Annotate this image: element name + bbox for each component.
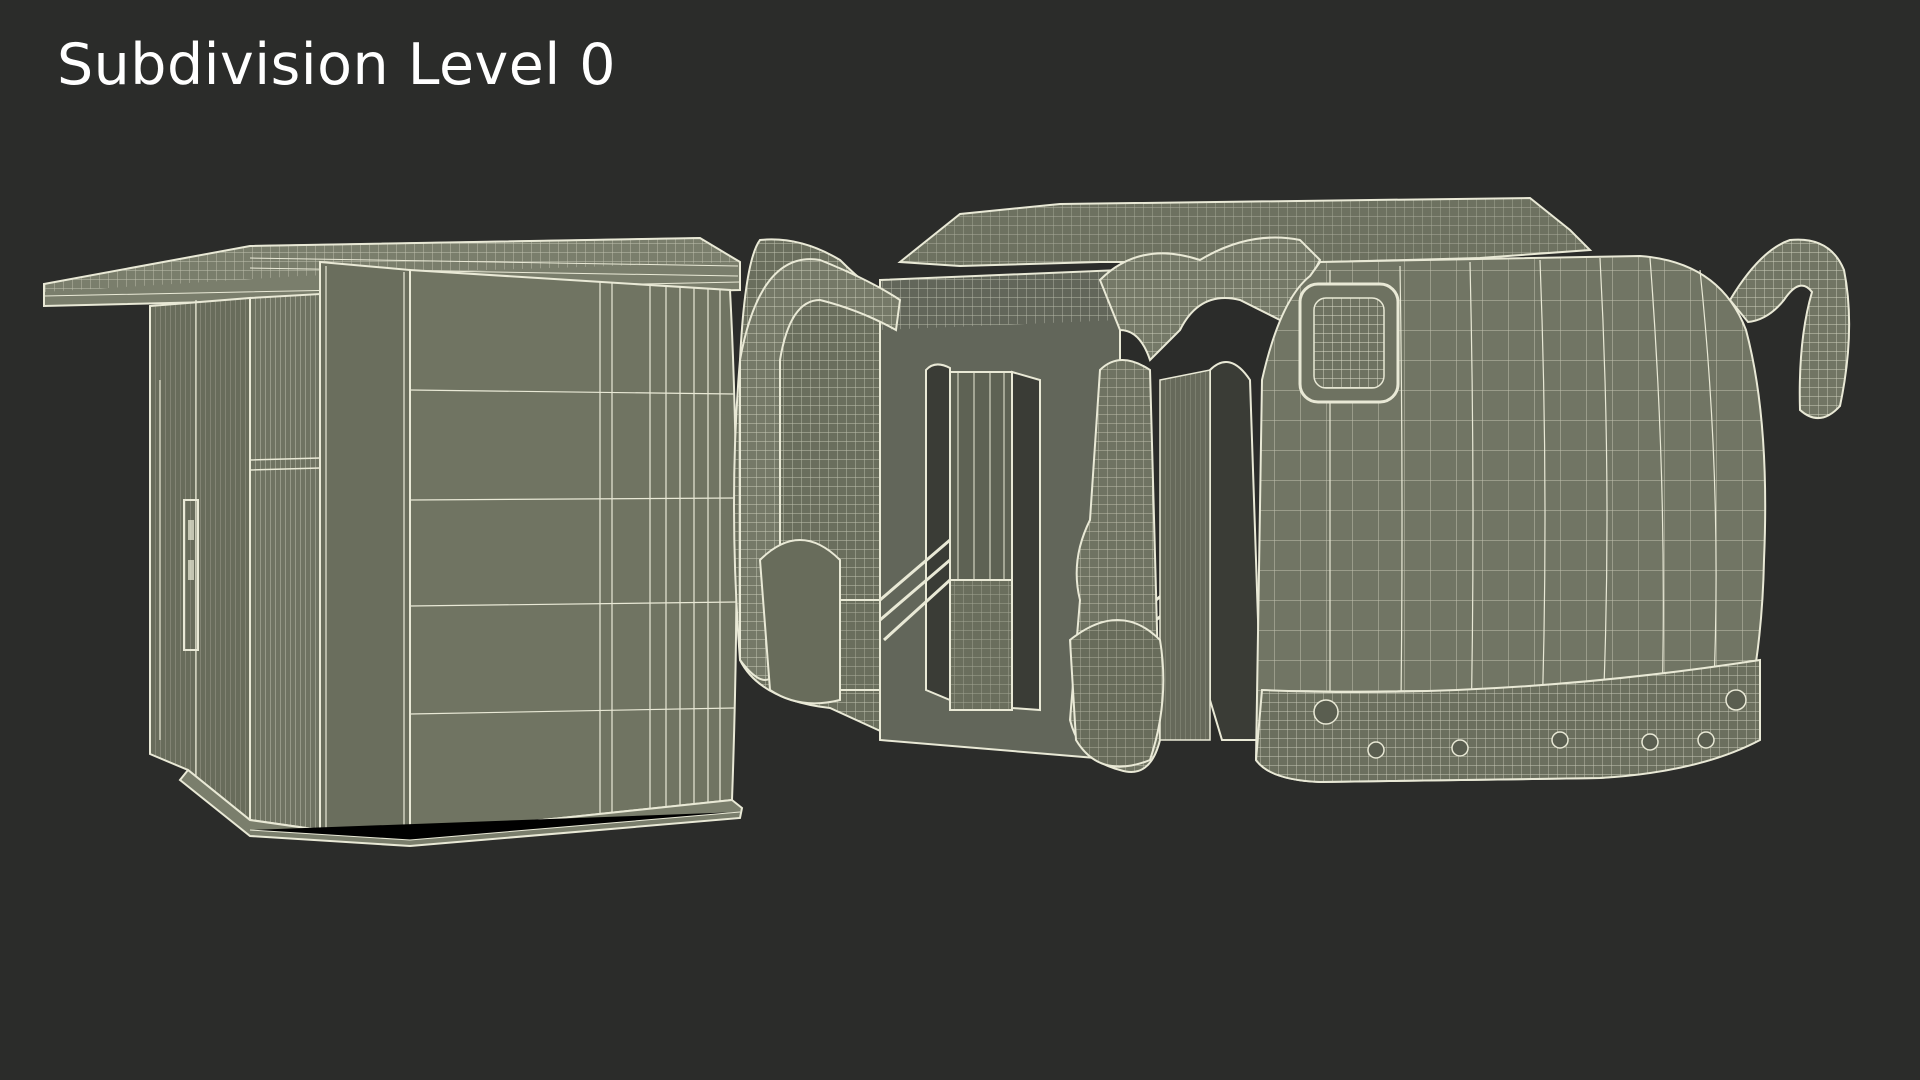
- bus-door-right: [1209, 361, 1264, 741]
- bus-door-left: [925, 363, 951, 702]
- kiosk-front-panel: [409, 268, 738, 836]
- 3d-viewport: [43, 196, 1851, 848]
- kiosk-pillar: [319, 260, 411, 836]
- kiosk-booth-model: [43, 236, 744, 848]
- autonomous-bus-model: [733, 196, 1851, 784]
